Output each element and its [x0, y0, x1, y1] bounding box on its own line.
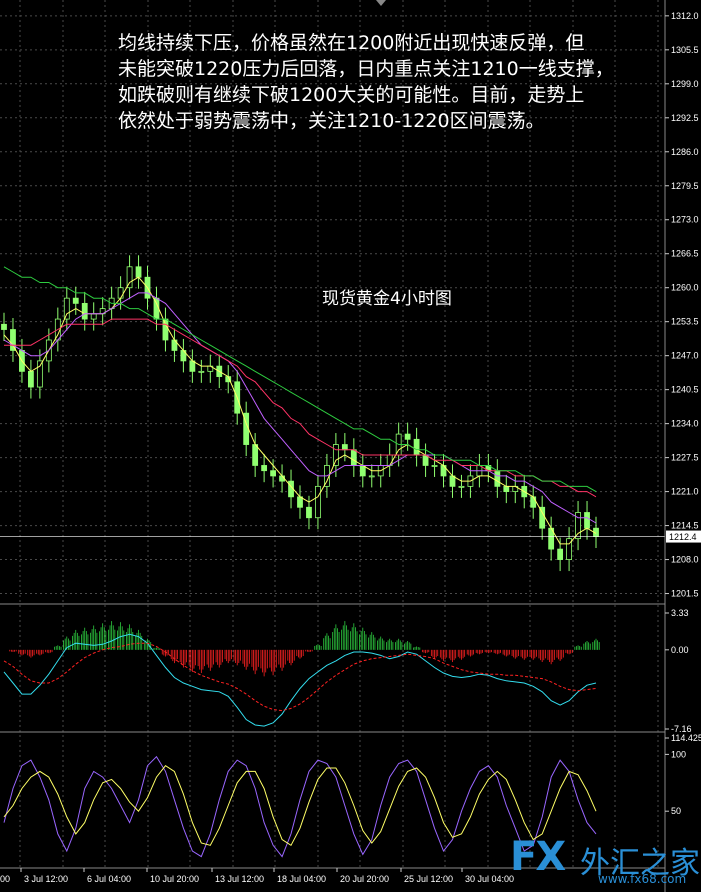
candle-body	[72, 297, 79, 304]
candle-body	[126, 266, 133, 289]
candle-body	[503, 485, 510, 492]
macd-panel	[3, 621, 600, 727]
x-tick-label: 18 Jul 04:00	[277, 874, 326, 884]
logo-url: www.fx68.com	[598, 872, 687, 886]
y-tick-label: 1266.5	[671, 249, 699, 259]
y-tick-label: 1279.5	[671, 181, 699, 191]
ma-slow-line	[4, 318, 597, 498]
y-tick-label: 1208.0	[671, 555, 699, 565]
candle-body	[28, 370, 34, 388]
y-tick-label: 1286.0	[671, 147, 699, 157]
candle-body	[81, 302, 88, 320]
y-tick-label: 1221.0	[671, 487, 699, 497]
stochastic-panel	[3, 755, 597, 858]
candle-body	[261, 465, 268, 472]
candle-body	[198, 370, 205, 373]
y-tick-label: 1312.0	[671, 11, 699, 21]
y-tick-label: 1273.0	[671, 215, 699, 225]
candle-body	[557, 548, 564, 560]
x-tick-label: 00	[0, 874, 10, 884]
candle-body	[494, 470, 501, 487]
candle-body	[413, 438, 420, 456]
candle-body	[270, 470, 276, 477]
candle-body	[449, 475, 456, 487]
logo-brand: FX	[510, 834, 566, 880]
y-tick-label: 1234.0	[671, 419, 699, 429]
chart-title: 现货黄金4小时图	[322, 289, 452, 309]
candle-body	[315, 485, 321, 519]
candle-body	[458, 485, 465, 488]
candle-body	[386, 454, 393, 466]
y-tick-label: 1227.5	[671, 453, 699, 463]
stoch-d-line	[3, 765, 597, 847]
candle-body	[90, 313, 97, 320]
commentary-text: 均线持续下压，价格虽然在1200附近出现快速反弹，但 未能突破1220压力后回落…	[118, 32, 614, 132]
x-tick-label: 10 Jul 20:00	[150, 874, 199, 884]
stoch-y-tick-label: 100	[671, 749, 686, 759]
candle-body	[368, 475, 375, 478]
candle-body	[431, 465, 438, 467]
y-tick-label: 1240.5	[671, 385, 699, 395]
y-tick-label: 1214.5	[671, 521, 699, 531]
x-tick-label: 20 Jul 20:00	[340, 874, 389, 884]
macd-y-tick-label: 3.33	[671, 608, 689, 618]
candle-body	[306, 506, 312, 519]
candle-body	[530, 496, 537, 508]
chart-shift-marker	[376, 0, 386, 6]
stoch-k-line	[3, 755, 597, 858]
y-tick-label: 1253.5	[671, 317, 699, 327]
y-tick-label: 1305.5	[671, 45, 699, 55]
candle-body	[135, 266, 142, 278]
x-tick-label: 3 Jul 12:00	[24, 874, 68, 884]
macd-line	[3, 633, 597, 727]
y-tick-label: 1260.0	[671, 283, 699, 293]
y-tick-label: 1292.5	[671, 113, 699, 123]
candle-body	[252, 444, 259, 466]
candle-body	[117, 287, 124, 299]
y-tick-label: 1299.0	[671, 79, 699, 89]
current-price-label: 1212.4	[669, 532, 697, 542]
x-tick-label: 13 Jul 12:00	[215, 874, 264, 884]
candle-body	[1, 323, 7, 330]
candle-body	[332, 444, 339, 466]
candle-body	[63, 297, 70, 320]
candle-body	[162, 318, 169, 341]
candle-body	[584, 512, 590, 529]
x-tick-label: 25 Jul 12:00	[404, 874, 453, 884]
candle-body	[350, 449, 357, 466]
candle-body	[404, 433, 411, 440]
x-tick-label: 6 Jul 04:00	[87, 874, 131, 884]
candle-body	[341, 444, 348, 451]
stoch-y-tick-label: 114.425	[671, 733, 701, 743]
y-tick-label: 1247.0	[671, 351, 699, 361]
stoch-y-tick-label: 50	[671, 806, 681, 816]
candle-body	[36, 360, 43, 388]
macd-y-tick-label: 0.00	[671, 645, 689, 655]
fx68-logo: FX 外汇之家 www.fx68.com	[510, 834, 701, 892]
x-tick-label: 30 Jul 04:00	[465, 874, 514, 884]
y-tick-label: 1201.5	[671, 589, 699, 599]
